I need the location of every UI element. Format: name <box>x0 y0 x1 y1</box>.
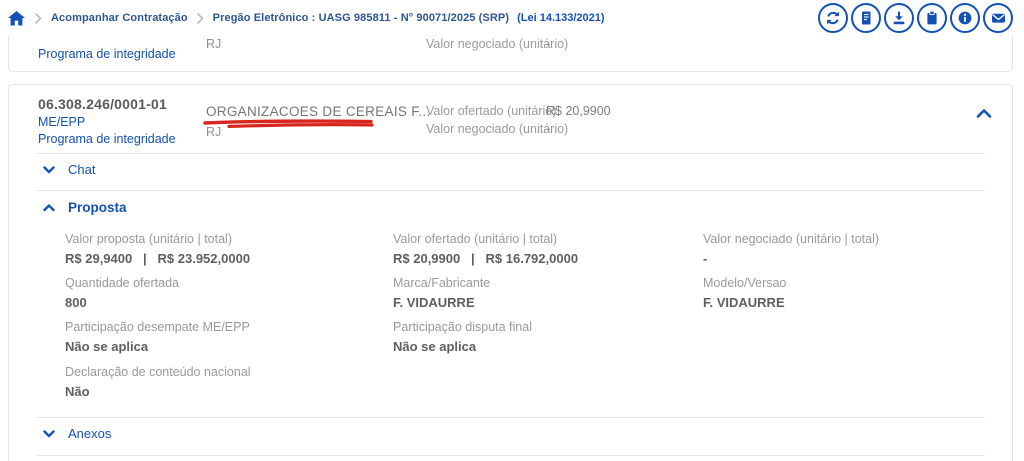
field-valor-negociado: Valor negociado (unitário | total) - <box>703 232 879 268</box>
offered-label: Valor ofertado (unitário) <box>426 104 557 118</box>
integrity-link[interactable]: Programa de integridade <box>38 132 176 146</box>
field-value: F. VIDAURRE <box>703 295 785 310</box>
supplier-cnpj: 06.308.246/0001-01 <box>38 96 167 112</box>
field-valor-proposta: Valor proposta (unitário | total) R$ 29,… <box>65 232 250 268</box>
field-value: R$ 29,9400 | R$ 23.952,0000 <box>65 251 251 266</box>
collapse-supplier-chevron-up-icon[interactable] <box>976 109 992 118</box>
field-label: Valor ofertado (unitário | total) <box>393 232 558 246</box>
chevron-down-icon <box>43 165 55 174</box>
divider <box>37 417 985 418</box>
refresh-icon <box>825 10 841 26</box>
chevron-down-icon <box>43 429 55 438</box>
field-value: Não se aplica <box>393 339 477 354</box>
field-label: Marca/Fabricante <box>393 276 491 290</box>
field-value: - <box>703 251 708 266</box>
breadcrumb-pregao-eletronico: Pregão Eletrônico : UASG 985811 - N° 900… <box>212 12 510 24</box>
field-value: Não <box>65 384 90 399</box>
chat-accordion-toggle[interactable]: Chat <box>43 162 95 177</box>
clipboard-icon <box>924 10 940 26</box>
breadcrumb-separator-icon <box>35 12 42 24</box>
law-link[interactable]: (Lei 14.133/2021) <box>517 12 604 24</box>
field-participacao-disputa-final: Participação disputa final Não se aplica <box>393 320 532 356</box>
field-modelo-versao: Modelo/Versao F. VIDAURRE <box>703 276 786 312</box>
refresh-button[interactable] <box>818 3 848 33</box>
info-icon <box>957 10 973 26</box>
prev-negotiated-value: - <box>546 37 551 51</box>
me-epp-link[interactable]: ME/EPP <box>38 115 85 129</box>
field-participacao-desempate: Participação desempate ME/EPP Não se apl… <box>65 320 250 356</box>
offered-value: R$ 20,9900 <box>546 104 611 118</box>
acompanhar-contratacao-page: RJ Valor negociado (unitário) - Programa… <box>0 0 1024 461</box>
proposta-section-label: Proposta <box>68 200 127 215</box>
mail-icon <box>990 10 1007 26</box>
field-label: Quantidade ofertada <box>65 276 179 290</box>
document-button[interactable] <box>851 3 881 33</box>
anexos-accordion-toggle[interactable]: Anexos <box>43 426 111 441</box>
field-value: Não se aplica <box>65 339 149 354</box>
field-label: Modelo/Versao <box>703 276 787 290</box>
anexos-section-label: Anexos <box>68 426 112 441</box>
field-value: F. VIDAURRE <box>393 295 475 310</box>
download-button[interactable] <box>884 3 914 33</box>
download-icon <box>891 10 907 26</box>
field-declaracao-conteudo-nacional: Declaração de conteúdo nacional Não <box>65 365 251 401</box>
divider <box>37 190 985 191</box>
field-label: Participação desempate ME/EPP <box>65 320 250 334</box>
document-icon <box>858 10 874 26</box>
field-label: Valor negociado (unitário | total) <box>703 232 880 246</box>
breadcrumb-acompanhar-contratacao[interactable]: Acompanhar Contratação <box>51 12 188 24</box>
supplier-name: ORGANIZACOES DE CEREAIS F... <box>206 104 431 119</box>
field-marca-fabricante: Marca/Fabricante F. VIDAURRE <box>393 276 490 312</box>
field-label: Valor proposta (unitário | total) <box>65 232 232 246</box>
negotiated-value: - <box>546 122 551 136</box>
prev-integrity-link[interactable]: Programa de integridade <box>38 47 176 61</box>
proposta-accordion-toggle[interactable]: Proposta <box>43 200 127 215</box>
actions-toolbar <box>818 3 1013 33</box>
info-button[interactable] <box>950 3 980 33</box>
supplier-uf: RJ <box>206 125 222 139</box>
red-underline-annotation <box>203 119 374 128</box>
field-value: R$ 20,9900 | R$ 16.792,0000 <box>393 251 579 266</box>
supplier-card: 06.308.246/0001-01 ME/EPP Programa de in… <box>8 84 1013 461</box>
home-icon[interactable] <box>6 8 26 28</box>
breadcrumb-separator-icon <box>196 12 204 24</box>
prev-supplier-uf: RJ <box>206 37 222 51</box>
field-value: 800 <box>65 295 87 310</box>
field-label: Participação disputa final <box>393 320 532 334</box>
field-quantidade-ofertada: Quantidade ofertada 800 <box>65 276 179 312</box>
chevron-up-icon <box>43 203 55 212</box>
field-label: Declaração de conteúdo nacional <box>65 365 251 379</box>
divider <box>37 153 985 154</box>
clipboard-button[interactable] <box>917 3 947 33</box>
divider <box>37 455 985 456</box>
field-valor-ofertado: Valor ofertado (unitário | total) R$ 20,… <box>393 232 578 268</box>
mail-button[interactable] <box>983 3 1013 33</box>
chat-section-label: Chat <box>68 162 96 177</box>
